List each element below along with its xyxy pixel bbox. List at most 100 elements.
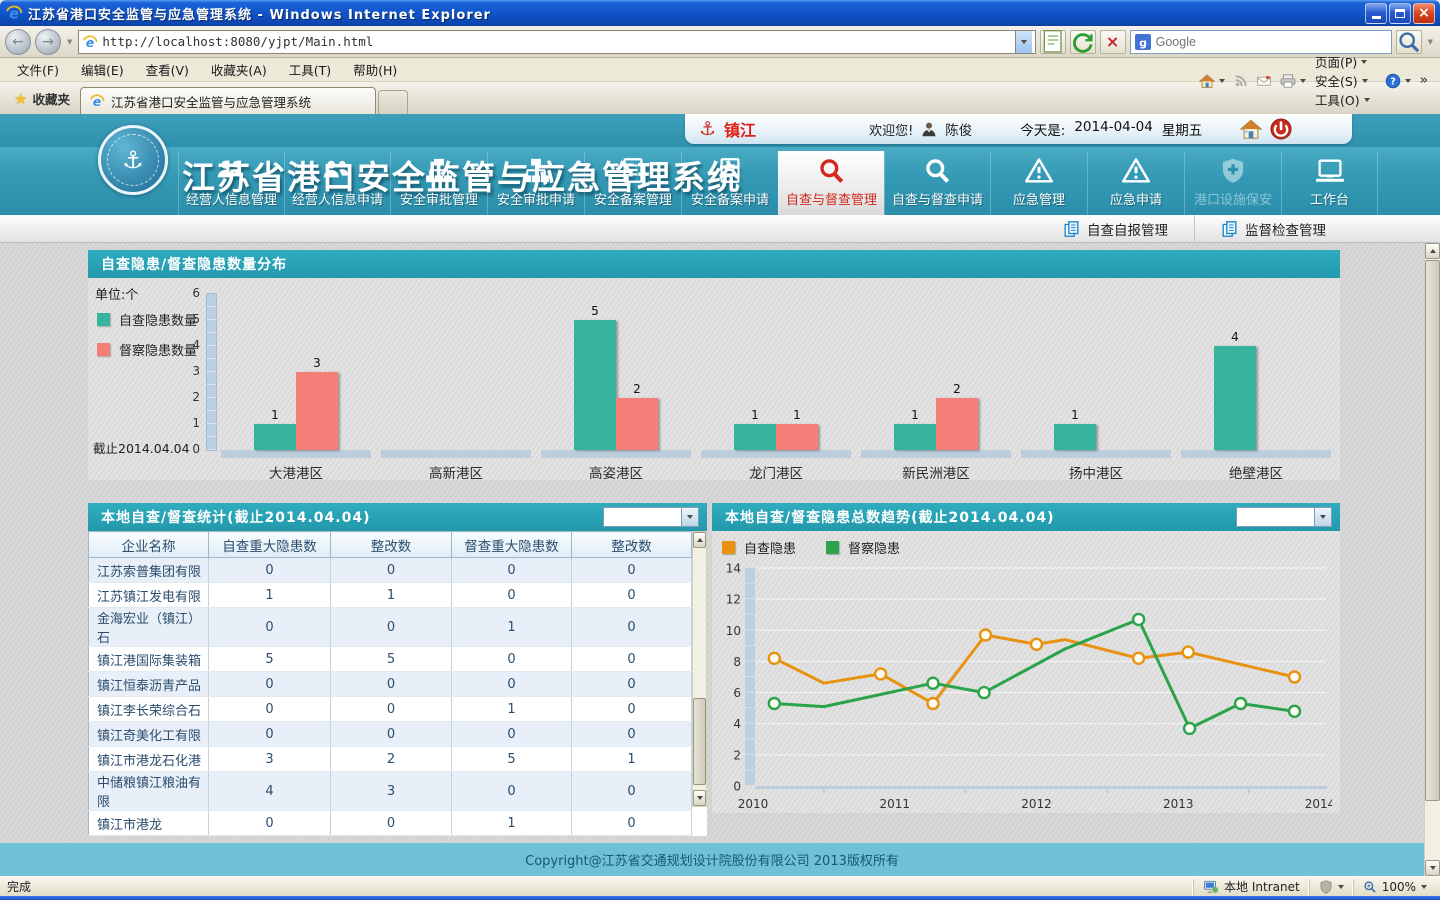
bar — [296, 372, 338, 450]
menu-item-收藏夹(A)[interactable]: 收藏夹(A) — [202, 58, 276, 81]
active-tab[interactable]: e 江苏省港口安全监管与应急管理系统 — [80, 87, 376, 114]
table-row[interactable]: 江苏索普集团有限0000 — [89, 558, 692, 583]
svg-text:6: 6 — [733, 686, 741, 700]
table-scroll-up-icon[interactable] — [693, 532, 706, 548]
page-scroll-down-icon[interactable] — [1425, 860, 1440, 876]
address-dropdown-icon[interactable] — [1015, 31, 1032, 53]
home-shortcut-icon[interactable] — [1240, 118, 1262, 140]
table-row[interactable]: 中储粮镇江粮油有限4300 — [89, 772, 692, 811]
command-安全(S)[interactable]: 安全(S) — [1315, 71, 1370, 90]
table-row[interactable]: 镇江奇美化工有限0000 — [89, 722, 692, 747]
stop-button[interactable]: × — [1100, 30, 1126, 54]
nav-item-应急管理[interactable]: 应急管理 — [990, 151, 1087, 215]
nav-item-安全备案申请[interactable]: 安全备案申请 — [681, 151, 778, 215]
copyright-text: Copyright@江苏省交通规划设计院股份有限公司 2013版权所有 — [525, 850, 899, 869]
menu-item-文件(F)[interactable]: 文件(F) — [8, 58, 68, 81]
table-scrollbar[interactable] — [692, 531, 707, 807]
back-button[interactable]: ← — [5, 29, 31, 55]
refresh-button[interactable] — [1070, 30, 1096, 54]
forward-button[interactable]: → — [35, 29, 61, 55]
svg-text:g: g — [1139, 36, 1147, 49]
toolbar-overflow-icon[interactable]: » — [1420, 73, 1428, 88]
menu-item-工具(T)[interactable]: 工具(T) — [280, 58, 340, 81]
help-icon: ? — [1385, 73, 1401, 89]
svg-text:12: 12 — [726, 593, 741, 607]
command-页面(P)[interactable]: 页面(P) — [1315, 52, 1370, 71]
tab-title: 江苏省港口安全监管与应急管理系统 — [111, 92, 311, 111]
minimize-button[interactable] — [1365, 3, 1387, 24]
table-row[interactable]: 镇江市港龙石化港3251 — [89, 747, 692, 772]
stats-filter-select[interactable] — [603, 507, 699, 527]
legend-swatch — [722, 541, 735, 554]
nav-item-经营人信息申请[interactable]: 经营人信息申请 — [284, 151, 390, 215]
history-dropdown-icon[interactable]: ▼ — [65, 38, 74, 46]
subnav-item-自查自报管理[interactable]: 自查自报管理 — [1037, 215, 1194, 242]
bar-category-label: 大港港区 — [216, 462, 376, 480]
read-mail-button[interactable] — [1257, 74, 1271, 88]
bar-value-label: 1 — [894, 408, 936, 422]
table-row[interactable]: 镇江港国际集装箱5500 — [89, 647, 692, 672]
url-input[interactable] — [102, 34, 1010, 49]
column-header: 企业名称 — [89, 532, 209, 558]
site-logo: ⚓ — [98, 125, 168, 195]
bar-value-label: 2 — [616, 382, 658, 396]
nav-item-应急申请[interactable]: 应急申请 — [1087, 151, 1184, 215]
trend-filter-select[interactable] — [1236, 507, 1332, 527]
table-row[interactable]: 镇江市港龙0010 — [89, 811, 692, 836]
table-row[interactable]: 金海宏业（镇江）石0010 — [89, 608, 692, 647]
table-row[interactable]: 江苏镇江发电有限1100 — [89, 583, 692, 608]
protected-mode-cell[interactable] — [1309, 879, 1353, 895]
address-bar[interactable]: e — [78, 30, 1035, 54]
page-scroll-up-icon[interactable] — [1425, 243, 1440, 259]
svg-text:2012: 2012 — [1021, 797, 1052, 811]
mail-icon — [1257, 74, 1271, 88]
new-tab-stub[interactable] — [378, 90, 408, 114]
favorites-button[interactable]: ★ 收藏夹 — [4, 85, 80, 114]
status-text: 完成 — [4, 878, 1193, 895]
home-button[interactable] — [1199, 73, 1225, 89]
search-options-dropdown-icon[interactable]: ▼ — [1426, 38, 1435, 46]
print-button[interactable] — [1280, 73, 1306, 89]
nav-item-工作台[interactable]: 工作台 — [1281, 151, 1378, 215]
search-input[interactable] — [1156, 35, 1387, 49]
nav-item-安全审批申请[interactable]: 安全审批申请 — [487, 151, 584, 215]
bar — [936, 398, 978, 450]
svg-text:2013: 2013 — [1163, 797, 1194, 811]
help-button[interactable]: ? — [1385, 73, 1411, 89]
nav-item-安全审批管理[interactable]: 安全审批管理 — [390, 151, 487, 215]
nav-item-经营人信息管理[interactable]: 经营人信息管理 — [178, 151, 284, 215]
command-工具(O)[interactable]: 工具(O) — [1315, 90, 1370, 109]
page-scroll-thumb[interactable] — [1425, 260, 1440, 801]
feeds-button[interactable] — [1234, 74, 1248, 88]
date-group: 今天是: 2014-04-04 星期五 — [1020, 119, 1202, 139]
maximize-button[interactable] — [1389, 3, 1411, 24]
zoom-control[interactable]: 100% — [1353, 879, 1436, 895]
column-header: 整改数 — [572, 532, 692, 558]
compatibility-view-button[interactable] — [1040, 30, 1066, 54]
bar-value-label: 1 — [1054, 408, 1096, 422]
search-box[interactable]: g — [1130, 30, 1392, 54]
command-bar: 页面(P)安全(S)工具(O) ? » — [1191, 52, 1436, 114]
trend-chart-panel: 本地自查/督查隐患总数趋势(截止2014.04.04) 自查隐患督察隐患 024… — [712, 503, 1340, 813]
close-button[interactable]: × — [1413, 3, 1435, 24]
menu-item-帮助(H)[interactable]: 帮助(H) — [344, 58, 406, 81]
table-row[interactable]: 镇江李长荣综合石0010 — [89, 697, 692, 722]
bar-chart-title: 自查隐患/督查隐患数量分布 — [88, 250, 1340, 278]
legend-swatch — [97, 343, 110, 356]
menu-item-查看(V)[interactable]: 查看(V) — [137, 58, 198, 81]
menu-item-编辑(E)[interactable]: 编辑(E) — [72, 58, 133, 81]
nav-item-港口设施保安[interactable]: 港口设施保安 — [1184, 151, 1281, 215]
warning-icon — [1121, 157, 1151, 184]
table-row[interactable]: 镇江恒泰沥青产品0000 — [89, 672, 692, 697]
logout-power-icon[interactable] — [1270, 118, 1292, 140]
page-scrollbar[interactable] — [1424, 243, 1440, 876]
search-go-button[interactable] — [1396, 30, 1422, 54]
nav-item-自查与督查管理[interactable]: 自查与督查管理 — [778, 151, 884, 215]
shield-icon — [1218, 157, 1248, 184]
subnav-item-监督检查管理[interactable]: 监督检查管理 — [1194, 215, 1352, 242]
nav-item-自查与督查申请[interactable]: 自查与督查申请 — [884, 151, 990, 215]
table-scroll-thumb[interactable] — [693, 698, 706, 785]
table-scroll-down-icon[interactable] — [693, 790, 706, 806]
window-titlebar[interactable]: e 江苏省港口安全监管与应急管理系统 - Windows Internet Ex… — [0, 0, 1440, 26]
nav-item-安全备案管理[interactable]: 安全备案管理 — [584, 151, 681, 215]
